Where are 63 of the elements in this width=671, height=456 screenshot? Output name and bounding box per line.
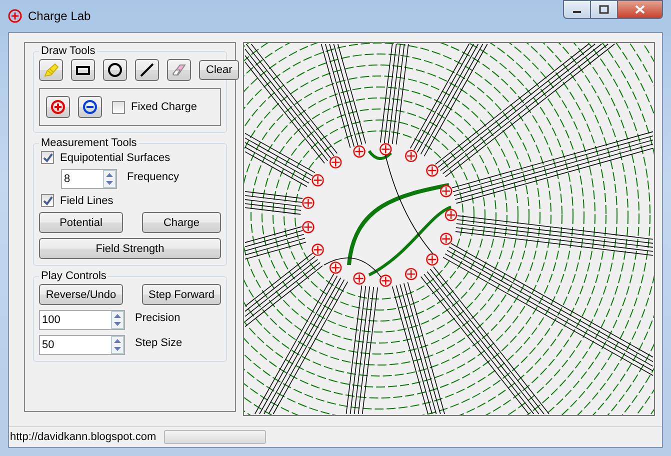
plus-circle-icon [8,9,22,23]
close-icon [635,5,645,14]
positive-charge-marker[interactable] [440,185,452,198]
positive-charge-marker[interactable] [353,272,366,285]
spin-arrows-icon[interactable] [111,336,124,354]
spin-arrows-icon[interactable] [103,170,116,188]
circle-tool-button[interactable] [103,59,127,81]
positive-charge-marker[interactable] [405,268,418,280]
negative-charge-button[interactable] [78,96,102,118]
positive-charge-marker[interactable] [302,196,314,209]
field-line-bundle [244,191,303,215]
close-button[interactable] [617,0,663,19]
field-strength-button[interactable]: Field Strength [39,238,221,259]
checkbox-label: Equipotential Surfaces [60,152,170,164]
minus-circle-icon [82,99,98,115]
checkbox[interactable] [41,151,54,164]
group-title: Play Controls [40,270,108,282]
minimize-button[interactable] [563,0,591,19]
line-icon [139,62,155,78]
status-text: http://davidkann.blogspot.com [10,431,156,443]
positive-charge-marker[interactable] [312,244,324,256]
positive-charge-marker[interactable] [426,253,438,266]
positive-charge-marker[interactable] [405,150,418,162]
positive-charge-marker[interactable] [330,262,342,274]
positive-charge-marker[interactable] [444,208,458,222]
positive-charge-marker[interactable] [380,274,392,287]
pencil-icon [43,62,59,78]
group-title: Draw Tools [40,45,96,57]
pencil-tool-button[interactable] [39,59,63,81]
positive-charge-marker[interactable] [302,221,314,234]
positive-charge-button[interactable] [46,96,70,118]
number-field[interactable]: 100 [39,310,125,330]
action-button[interactable]: Potential [39,212,123,233]
clear-button[interactable]: Clear [199,60,240,80]
action-button[interactable]: Step Forward [142,284,221,305]
positive-charge-marker[interactable] [312,174,324,186]
positive-charge-marker[interactable] [353,145,366,158]
positive-charge-marker[interactable] [440,232,452,245]
eraser-icon [171,62,187,78]
checkbox-label: Fixed Charge [131,101,198,113]
field-label: Step Size [135,337,182,349]
positive-charge-marker[interactable] [380,143,392,156]
circle-icon [107,62,123,78]
plus-circle-icon [50,99,66,115]
field-label: Frequency [127,171,179,183]
maximize-icon [599,5,609,14]
maximize-button[interactable] [590,0,618,19]
number-field[interactable]: 50 [39,335,125,355]
action-button[interactable]: Reverse/Undo [39,284,123,305]
line-tool-button[interactable] [135,59,159,81]
group-title: Measurement Tools [40,137,138,149]
rectangle-tool-button[interactable] [71,59,95,81]
positive-charge-marker[interactable] [426,164,438,177]
window-title: Charge Lab [28,9,91,23]
number-field[interactable]: 8 [61,169,117,189]
positive-charge-marker[interactable] [330,156,342,168]
checkbox[interactable] [112,100,125,114]
eraser-tool-button[interactable] [167,59,191,81]
checkbox-label: Field Lines [60,194,114,206]
action-button[interactable]: Charge [142,212,221,233]
field-label: Precision [135,312,180,324]
spin-arrows-icon[interactable] [111,311,124,329]
checkbox[interactable] [41,194,54,207]
